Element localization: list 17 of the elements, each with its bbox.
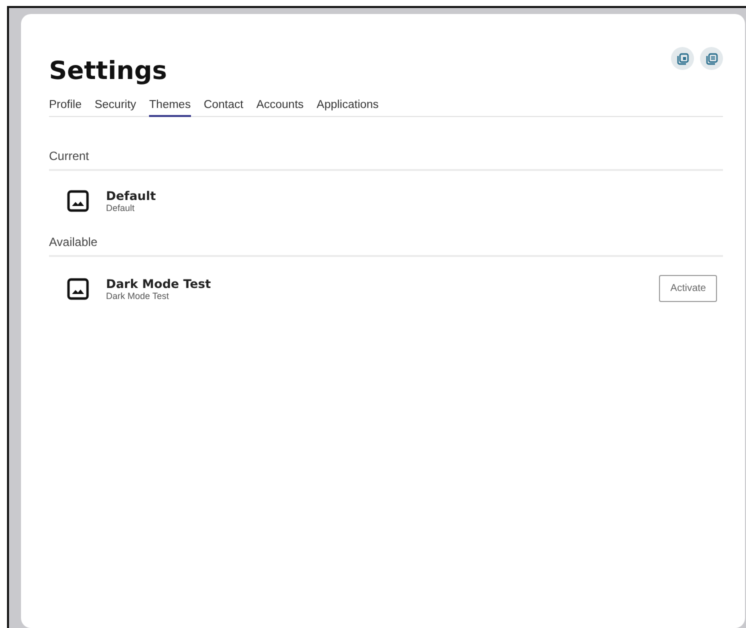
section-heading: Current: [49, 149, 723, 171]
tab[interactable]: Contact: [204, 97, 244, 117]
theme-description: Dark Mode Test: [106, 290, 170, 300]
image-icon: [67, 190, 89, 212]
theme-name: Dark Mode Test: [106, 276, 212, 290]
section-heading: Available: [49, 235, 723, 257]
tab[interactable]: Applications: [316, 97, 379, 117]
tab[interactable]: Security: [94, 97, 136, 117]
activate-button[interactable]: Activate: [659, 275, 717, 302]
page-title: Settings: [49, 56, 168, 85]
tab[interactable]: Accounts: [256, 97, 304, 117]
theme-description: Default: [106, 203, 136, 213]
tab[interactable]: Profile: [49, 97, 82, 117]
tab[interactable]: Themes: [149, 97, 191, 117]
theme-name: Default: [106, 189, 157, 203]
image-icon: [67, 278, 89, 300]
copy-icon[interactable]: [700, 47, 723, 70]
